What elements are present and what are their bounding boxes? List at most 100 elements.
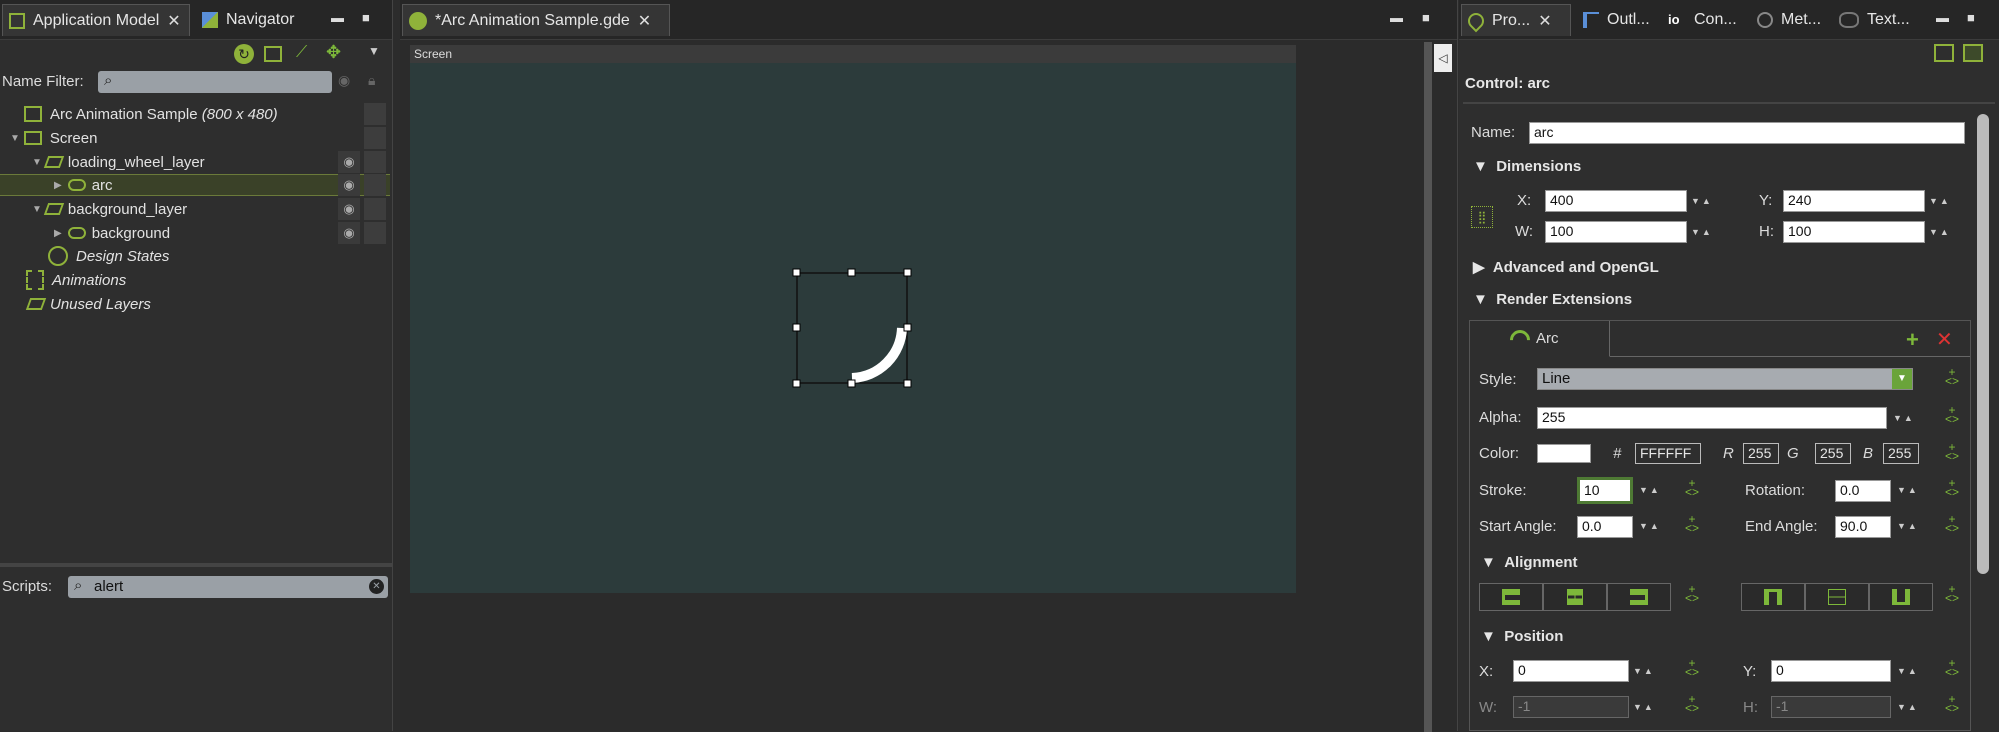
- align-middle-button[interactable]: [1805, 583, 1869, 611]
- expression-binding-icon[interactable]: +<>: [1685, 585, 1699, 603]
- start-angle-input[interactable]: 0.0: [1577, 516, 1633, 538]
- scripts-search-input[interactable]: ⌕ alert ✕: [68, 576, 388, 598]
- position-x-input[interactable]: 0: [1513, 660, 1629, 682]
- tree-background-layer[interactable]: ▼ background_layer: [32, 198, 187, 220]
- tree-screen[interactable]: ▼ Screen: [10, 127, 97, 149]
- view-menu-icon[interactable]: ▼: [368, 44, 380, 58]
- resize-handle[interactable]: [904, 269, 911, 276]
- design-canvas[interactable]: [410, 63, 1296, 593]
- minimize-icon[interactable]: ▬: [1936, 10, 1949, 25]
- resize-handle[interactable]: [904, 324, 911, 331]
- alpha-input[interactable]: 255: [1537, 407, 1887, 429]
- name-filter-input[interactable]: ⌕: [98, 71, 332, 93]
- rotation-stepper[interactable]: ▼▲: [1897, 485, 1919, 495]
- name-input[interactable]: arc: [1529, 122, 1965, 144]
- expression-binding-icon[interactable]: +<>: [1945, 659, 1959, 677]
- tree-animations[interactable]: Animations: [26, 269, 126, 291]
- render-extensions-section[interactable]: ▼ Render Extensions: [1473, 291, 1632, 308]
- clear-icon[interactable]: ✕: [369, 579, 384, 594]
- expression-binding-icon[interactable]: +<>: [1945, 515, 1959, 533]
- tree-loading-wheel-layer[interactable]: ▼ loading_wheel_layer: [32, 151, 205, 173]
- arc-widget[interactable]: [796, 272, 908, 384]
- dimensions-section[interactable]: ▼ Dimensions: [1473, 158, 1581, 175]
- tree-background[interactable]: ▶ background: [54, 222, 170, 244]
- y-stepper[interactable]: ▼▲: [1929, 196, 1951, 206]
- stroke-input[interactable]: 10: [1577, 477, 1633, 504]
- collapse-all-icon[interactable]: [1934, 44, 1954, 62]
- position-x-stepper[interactable]: ▼▲: [1633, 666, 1655, 676]
- expression-binding-icon[interactable]: +<>: [1685, 659, 1699, 677]
- align-center-button[interactable]: [1543, 583, 1607, 611]
- visibility-icon[interactable]: ◉: [338, 72, 350, 89]
- tab-arc-animation-sample[interactable]: *Arc Animation Sample.gde ✕: [402, 4, 670, 36]
- position-section[interactable]: ▼ Position: [1481, 628, 1563, 645]
- expression-binding-icon[interactable]: +<>: [1685, 515, 1699, 533]
- expression-binding-icon[interactable]: +<>: [1945, 479, 1959, 497]
- advanced-opengl-section[interactable]: ▶ Advanced and OpenGL: [1473, 258, 1659, 276]
- refresh-icon[interactable]: ↻: [234, 44, 254, 64]
- color-swatch[interactable]: [1537, 444, 1591, 463]
- resize-handle[interactable]: [793, 380, 800, 387]
- tree-unused-layers[interactable]: Unused Layers: [28, 293, 151, 315]
- start-angle-stepper[interactable]: ▼▲: [1639, 521, 1661, 531]
- properties-scrollbar[interactable]: [1977, 114, 1989, 574]
- align-left-button[interactable]: [1479, 583, 1543, 611]
- move-icon[interactable]: ✥: [326, 42, 341, 63]
- g-input[interactable]: 255: [1815, 443, 1851, 464]
- visibility-eye-icon[interactable]: ◉: [338, 222, 360, 244]
- align-right-button[interactable]: [1607, 583, 1671, 611]
- w-stepper[interactable]: ▼▲: [1691, 227, 1713, 237]
- resize-handle[interactable]: [848, 269, 855, 276]
- expand-icon[interactable]: ▼: [32, 204, 42, 215]
- arc-extension-tab[interactable]: Arc: [1470, 321, 1610, 357]
- expression-binding-icon[interactable]: +<>: [1945, 443, 1959, 461]
- collapse-palette-button[interactable]: ◁: [1434, 44, 1452, 72]
- tab-application-model[interactable]: Application Model ✕: [2, 4, 190, 36]
- resize-handle[interactable]: [904, 380, 911, 387]
- x-input[interactable]: 400: [1545, 190, 1687, 212]
- expand-icon[interactable]: ▼: [10, 133, 20, 144]
- style-select[interactable]: Line ▼: [1537, 368, 1913, 390]
- r-input[interactable]: 255: [1743, 443, 1779, 464]
- position-y-stepper[interactable]: ▼▲: [1897, 666, 1919, 676]
- alpha-stepper[interactable]: ▼▲: [1893, 413, 1915, 423]
- position-y-input[interactable]: 0: [1771, 660, 1891, 682]
- expand-icon[interactable]: ▼: [32, 157, 42, 168]
- align-bottom-button[interactable]: [1869, 583, 1933, 611]
- layers-icon[interactable]: [264, 46, 282, 62]
- alignment-section[interactable]: ▼ Alignment: [1481, 554, 1578, 571]
- resize-handle[interactable]: [848, 380, 855, 387]
- align-top-button[interactable]: [1741, 583, 1805, 611]
- close-icon[interactable]: ✕: [167, 11, 180, 31]
- tree-root[interactable]: Arc Animation Sample (800 x 480): [24, 103, 278, 125]
- tab-outline[interactable]: Outl...: [1577, 4, 1661, 36]
- maximize-icon[interactable]: ■: [362, 10, 370, 25]
- stroke-stepper[interactable]: ▼▲: [1639, 485, 1661, 495]
- expression-binding-icon[interactable]: +<>: [1945, 406, 1959, 424]
- rotation-input[interactable]: 0.0: [1835, 480, 1891, 502]
- b-input[interactable]: 255: [1883, 443, 1919, 464]
- expression-binding-icon[interactable]: +<>: [1685, 479, 1699, 497]
- collapse-icon[interactable]: ▶: [54, 180, 62, 191]
- minimize-icon[interactable]: ▬: [1390, 10, 1403, 25]
- tab-console[interactable]: io Con...: [1662, 4, 1752, 36]
- scripts-divider[interactable]: [0, 563, 392, 567]
- remove-extension-icon[interactable]: ✕: [1936, 327, 1953, 352]
- expression-binding-icon[interactable]: +<>: [1945, 585, 1959, 603]
- grid-anchor-icon[interactable]: ⣿: [1471, 206, 1493, 228]
- expression-binding-icon[interactable]: +<>: [1945, 695, 1959, 713]
- resize-handle[interactable]: [793, 269, 800, 276]
- visibility-eye-icon[interactable]: ◉: [338, 198, 360, 220]
- visibility-eye-icon[interactable]: ◉: [338, 151, 360, 173]
- end-angle-stepper[interactable]: ▼▲: [1897, 521, 1919, 531]
- expand-all-icon[interactable]: [1963, 44, 1983, 62]
- tree-arc[interactable]: ▶ arc: [54, 174, 113, 196]
- tab-navigator[interactable]: Navigator: [196, 4, 316, 36]
- maximize-icon[interactable]: ■: [1422, 10, 1430, 25]
- x-stepper[interactable]: ▼▲: [1691, 196, 1713, 206]
- close-icon[interactable]: ✕: [1538, 11, 1551, 31]
- w-input[interactable]: 100: [1545, 221, 1687, 243]
- h-input[interactable]: 100: [1783, 221, 1925, 243]
- resize-handle[interactable]: [793, 324, 800, 331]
- visibility-eye-icon[interactable]: ◉: [338, 174, 360, 196]
